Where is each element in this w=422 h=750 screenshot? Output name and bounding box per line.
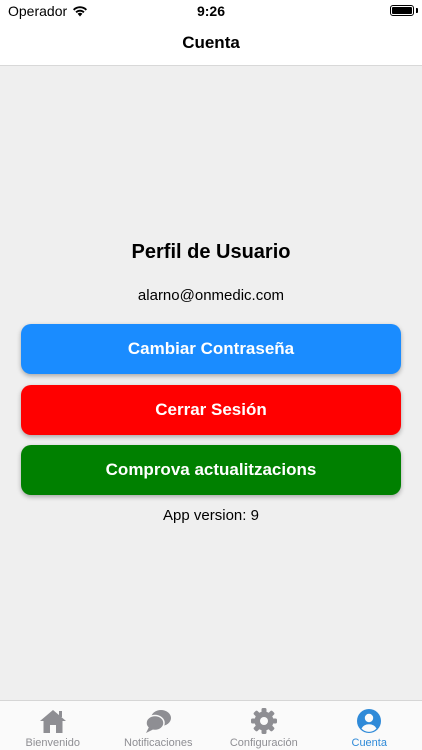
app-version: App version: 9 — [163, 507, 259, 524]
gear-icon — [250, 707, 278, 735]
tab-label: Configuración — [229, 737, 298, 749]
battery-icon — [390, 5, 414, 16]
account-screen: Perfil de Usuario alarno@onmedic.com Cam… — [0, 66, 422, 700]
tab-notificaciones[interactable]: Notificaciones — [106, 701, 212, 750]
tab-label: Bienvenido — [25, 737, 80, 749]
chat-bubbles-icon — [144, 707, 172, 735]
user-email: alarno@onmedic.com — [137, 287, 285, 304]
change-password-button[interactable]: Cambiar Contraseña — [21, 324, 401, 374]
tab-bienvenido[interactable]: Bienvenido — [0, 701, 106, 750]
tab-label: Cuenta — [351, 737, 387, 749]
tab-label: Notificaciones — [124, 737, 193, 749]
clock: 9:26 — [196, 3, 226, 19]
tab-cuenta[interactable]: Cuenta — [317, 701, 422, 750]
page-title: Cuenta — [182, 33, 240, 52]
logout-button[interactable]: Cerrar Sesión — [21, 385, 401, 435]
user-circle-icon — [355, 707, 383, 735]
status-bar: Operador 9:26 — [0, 0, 422, 22]
home-icon — [39, 707, 67, 735]
tab-configuracion[interactable]: Configuración — [211, 701, 317, 750]
navigation-bar: Cuenta — [0, 22, 422, 66]
tab-bar: Bienvenido Notificaciones Configuración … — [0, 700, 422, 750]
battery-tip — [416, 8, 418, 13]
check-updates-button[interactable]: Comprova actualitzacions — [21, 445, 401, 495]
profile-title: Perfil de Usuario — [131, 241, 291, 263]
